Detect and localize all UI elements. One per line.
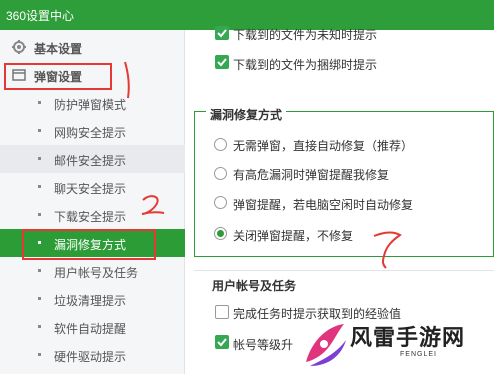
bullet: [38, 353, 41, 356]
account-section-title: 用户帐号及任务: [212, 279, 297, 293]
gear-icon: [12, 40, 26, 54]
download-unknown-checkbox[interactable]: [215, 26, 229, 40]
annotation-box-vuln-item: [22, 229, 156, 260]
sidebar-item-mail[interactable]: 邮件安全提示: [0, 145, 185, 173]
sidebar-item-label: 网购安全提示: [54, 126, 127, 140]
sidebar-item-chat[interactable]: 聊天安全提示: [0, 173, 185, 201]
divider: [194, 270, 494, 271]
bullet: [38, 157, 41, 160]
window-title: 360设置中心: [6, 9, 75, 23]
account-level-label: 帐号等级升: [233, 338, 294, 352]
sidebar-item-label: 用户帐号及任务: [54, 266, 139, 280]
radio-auto-fix[interactable]: [214, 138, 227, 151]
sidebar-item-shopping[interactable]: 网购安全提示: [0, 117, 185, 145]
check-icon: [217, 29, 227, 38]
bullet: [38, 297, 41, 300]
watermark: 风雷手游网 FENGLEI: [300, 318, 494, 374]
download-bundle-label: 下载到的文件为捆绑时提示: [233, 58, 378, 72]
sidebar-item-driver[interactable]: 硬件驱动提示: [0, 341, 185, 369]
sidebar-item-label: 防护弹窗模式: [54, 98, 127, 112]
radio-auto-fix-label: 无需弹窗，直接自动修复（推荐）: [233, 139, 414, 153]
bullet: [38, 185, 41, 188]
sidebar-item-label: 软件自动提醒: [54, 322, 127, 336]
sidebar-item-software[interactable]: 软件自动提醒: [0, 313, 185, 341]
bullet: [38, 101, 41, 104]
sidebar-item-label: 邮件安全提示: [54, 154, 127, 168]
sidebar-item-download[interactable]: 下载安全提示: [0, 201, 185, 229]
sidebar-group-label: 基本设置: [34, 42, 83, 56]
sidebar-item-label: 聊天安全提示: [54, 182, 127, 196]
sidebar-item-cleanup[interactable]: 垃圾清理提示: [0, 285, 185, 313]
radio-idle-fix[interactable]: [214, 196, 227, 209]
download-unknown-label: 下载到的文件为未知时提示: [233, 28, 378, 42]
bullet: [38, 325, 41, 328]
sidebar-item-label: 下载安全提示: [54, 210, 127, 224]
radio-disable-prompt[interactable]: [214, 227, 227, 240]
watermark-logo-icon: [306, 324, 346, 366]
radio-high-risk-prompt-label: 有高危漏洞时弹窗提醒我修复: [233, 168, 390, 182]
check-icon: [217, 338, 227, 347]
sidebar-item-label: 垃圾清理提示: [54, 294, 127, 308]
annotation-box-popup-group: [4, 63, 112, 90]
vuln-fix-title: 漏洞修复方式: [206, 106, 287, 123]
sidebar-group-basic[interactable]: 基本设置: [0, 33, 185, 61]
bullet: [38, 269, 41, 272]
check-icon: [217, 58, 227, 67]
bullet: [38, 213, 41, 216]
radio-high-risk-prompt[interactable]: [214, 167, 227, 180]
sidebar-item-account[interactable]: 用户帐号及任务: [0, 257, 185, 285]
radio-disable-prompt-label: 关闭弹窗提醒，不修复: [233, 229, 354, 243]
download-bundle-checkbox[interactable]: [215, 55, 229, 69]
bullet: [38, 129, 41, 132]
watermark-subtext: FENGLEI: [400, 351, 437, 358]
sidebar-item-label: 硬件驱动提示: [54, 350, 127, 364]
radio-idle-fix-label: 弹窗提醒，若电脑空闲时自动修复: [233, 198, 414, 212]
account-level-checkbox[interactable]: [215, 335, 229, 349]
sidebar-item-popup-mode[interactable]: 防护弹窗模式: [0, 89, 185, 117]
task-exp-checkbox[interactable]: [215, 305, 229, 319]
watermark-text: 风雷手游网: [350, 325, 466, 350]
